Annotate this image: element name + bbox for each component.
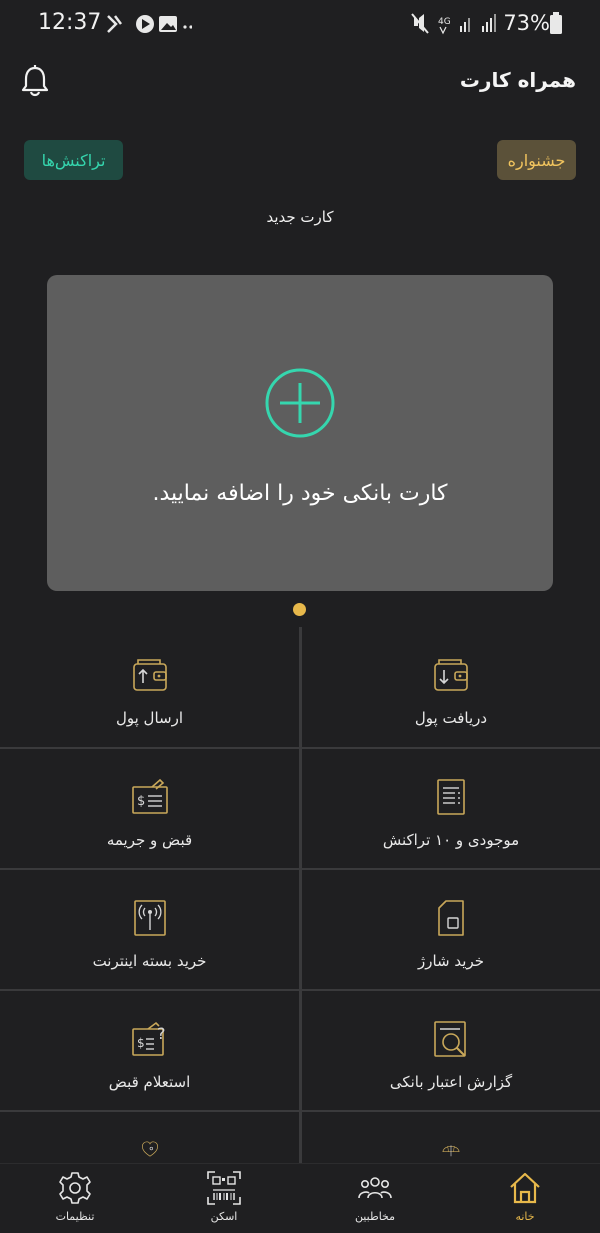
battery-percent: 73%: [503, 11, 550, 35]
bell-icon[interactable]: [20, 64, 50, 98]
services-grid: دریافت پول ارسال پول موجودی و ۱۰ تراکنش: [0, 627, 600, 1172]
nav-home-label: خانه: [515, 1210, 535, 1223]
wallet-send-icon: [132, 659, 167, 691]
service-label: دریافت پول: [414, 709, 488, 727]
nav-contacts-label: مخاطبین: [354, 1210, 396, 1223]
gear-icon: [59, 1172, 91, 1204]
bottom-nav: خانه مخاطبین اسکن تنظیمات: [0, 1163, 600, 1233]
nav-home[interactable]: خانه: [465, 1164, 585, 1233]
wallet-receive-icon: [434, 659, 468, 691]
svg-text:$: $: [137, 794, 145, 809]
service-label: خرید بسته اینترنت: [92, 952, 207, 970]
network-type: 4G: [438, 17, 451, 27]
add-card-hint: کارت بانکی خود را اضافه نمایید.: [152, 481, 448, 506]
service-label: گزارش اعتبار بانکی: [389, 1073, 513, 1091]
nav-scan[interactable]: اسکن: [164, 1164, 284, 1233]
nav-settings-label: تنظیمات: [55, 1210, 95, 1223]
service-label: استعلام قبض: [108, 1073, 191, 1091]
nav-scan-label: اسکن: [210, 1210, 238, 1223]
transactions-button[interactable]: تراکنش‌ها: [24, 140, 123, 180]
service-credit-report[interactable]: گزارش اعتبار بانکی: [302, 991, 600, 1110]
status-bar: 12:37 4G 73%: [0, 0, 600, 48]
umbrella-icon: [442, 1145, 460, 1157]
qr-scan-icon: [207, 1171, 241, 1205]
battery-icon: [550, 12, 562, 34]
signal-icons: 4G: [411, 13, 496, 35]
home-icon: [510, 1172, 540, 1204]
nav-settings[interactable]: تنظیمات: [15, 1164, 135, 1233]
antenna-icon: [133, 900, 166, 936]
credit-report-icon: [434, 1021, 466, 1057]
service-label: خرید شارژ: [418, 952, 484, 970]
bill-inquiry-icon: $ ?: [131, 1021, 166, 1056]
status-time: 12:37: [38, 10, 102, 35]
new-card-title: کارت جدید: [266, 208, 334, 226]
contacts-icon: [358, 1177, 392, 1199]
service-balance[interactable]: موجودی و ۱۰ تراکنش: [302, 749, 600, 868]
bill-icon: $: [131, 778, 168, 814]
service-bill-inquiry[interactable]: $ ? استعلام قبض: [0, 991, 299, 1110]
service-bills-fines[interactable]: $ قبض و جریمه: [0, 749, 299, 868]
svg-text:$: $: [137, 1036, 145, 1050]
service-label: موجودی و ۱۰ تراکنش: [382, 831, 520, 849]
service-receive-money[interactable]: دریافت پول: [302, 627, 600, 747]
add-card-area[interactable]: کارت بانکی خود را اضافه نمایید.: [47, 275, 553, 591]
service-label: قبض و جریمه: [106, 831, 193, 849]
notification-icons: [107, 15, 192, 33]
svg-text:?: ?: [157, 1024, 166, 1043]
receipt-icon: [437, 779, 465, 815]
add-card-plus-icon[interactable]: [264, 367, 336, 439]
service-send-money[interactable]: ارسال پول: [0, 627, 299, 747]
heart-icon: [141, 1141, 158, 1157]
festival-button[interactable]: جشنواره: [497, 140, 576, 180]
carousel-dot: [293, 603, 306, 616]
simcard-icon: [438, 900, 464, 936]
app-title: همراه کارت: [459, 68, 576, 92]
service-buy-internet[interactable]: خرید بسته اینترنت: [0, 870, 299, 989]
service-label: ارسال پول: [115, 709, 184, 727]
nav-contacts[interactable]: مخاطبین: [315, 1164, 435, 1233]
service-buy-charge[interactable]: خرید شارژ: [302, 870, 600, 989]
